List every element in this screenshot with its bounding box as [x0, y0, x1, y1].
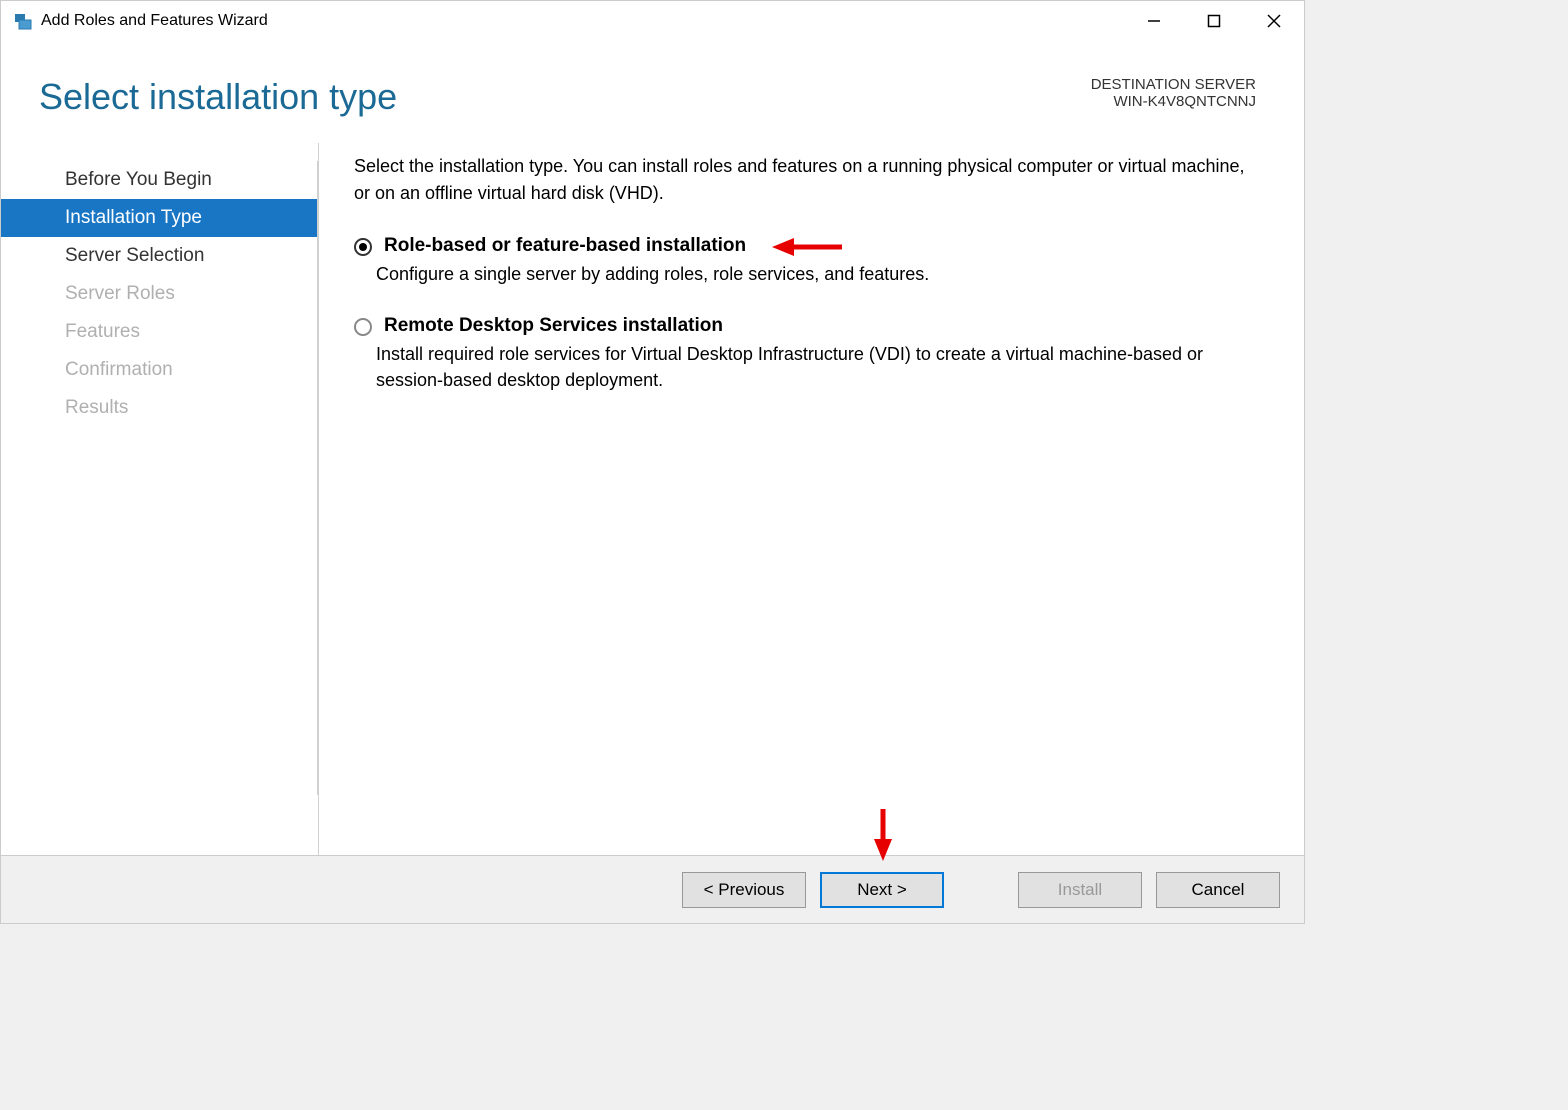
nav-server-selection[interactable]: Server Selection [1, 237, 318, 275]
window-controls [1124, 1, 1304, 41]
option-desc-role-based: Configure a single server by adding role… [376, 261, 1264, 287]
titlebar-left: Add Roles and Features Wizard [13, 11, 268, 31]
nav-server-roles: Server Roles [1, 275, 318, 313]
option-role-based: Role-based or feature-based installation… [354, 235, 1264, 287]
destination-server: WIN-K4V8QNTCNNJ [1091, 93, 1256, 110]
nav-results: Results [1, 389, 318, 427]
nav-installation-type[interactable]: Installation Type [1, 199, 318, 237]
header-area: Select installation type DESTINATION SER… [1, 41, 1304, 143]
minimize-button[interactable] [1124, 1, 1184, 41]
destination-label: DESTINATION SERVER [1091, 76, 1256, 93]
window-title: Add Roles and Features Wizard [41, 12, 268, 30]
app-icon [13, 11, 33, 31]
install-button: Install [1018, 872, 1142, 908]
cancel-button[interactable]: Cancel [1156, 872, 1280, 908]
option-rds: Remote Desktop Services installation Ins… [354, 315, 1264, 393]
intro-text: Select the installation type. You can in… [354, 153, 1264, 207]
titlebar: Add Roles and Features Wizard [1, 1, 1304, 41]
close-button[interactable] [1244, 1, 1304, 41]
option-title-rds: Remote Desktop Services installation [384, 315, 1264, 337]
option-text-rds: Remote Desktop Services installation Ins… [384, 315, 1264, 393]
radio-role-based[interactable] [354, 238, 372, 256]
sidebar: Before You Begin Installation Type Serve… [1, 143, 319, 855]
annotation-arrow-icon [772, 235, 842, 259]
next-button[interactable]: Next > [820, 872, 944, 908]
nav-confirmation: Confirmation [1, 351, 318, 389]
destination-info: DESTINATION SERVER WIN-K4V8QNTCNNJ [1091, 76, 1256, 110]
annotation-arrow-down-icon [871, 809, 895, 861]
button-bar: < Previous Next > Install Cancel [1, 855, 1304, 923]
nav-before-you-begin[interactable]: Before You Begin [1, 161, 318, 199]
maximize-button[interactable] [1184, 1, 1244, 41]
radio-rds[interactable] [354, 318, 372, 336]
body-area: Before You Begin Installation Type Serve… [1, 143, 1304, 855]
content-area: Select the installation type. You can in… [354, 143, 1264, 855]
page-title: Select installation type [39, 76, 397, 118]
nav-features: Features [1, 313, 318, 351]
previous-button[interactable]: < Previous [682, 872, 806, 908]
wizard-window: Add Roles and Features Wizard Select ins… [0, 0, 1305, 924]
option-desc-rds: Install required role services for Virtu… [376, 341, 1264, 393]
